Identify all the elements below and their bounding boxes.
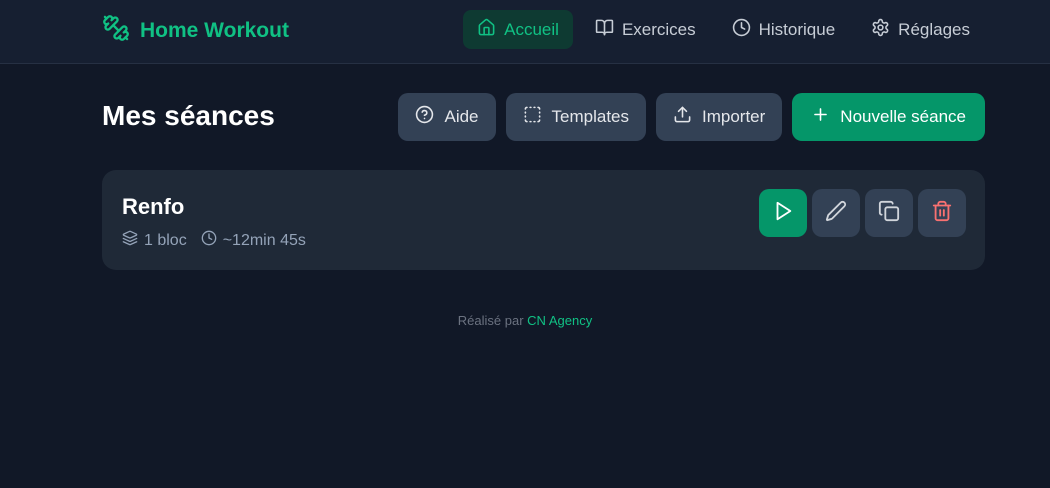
nav-item-reglages[interactable]: Réglages [857,10,984,49]
footer: Réalisé par CN Agency [0,313,1050,328]
home-icon [477,18,496,42]
session-blocks-text: 1 bloc [144,231,187,249]
session-name: Renfo [122,194,185,219]
footer-prefix: Réalisé par [457,313,524,328]
play-session-button[interactable] [759,189,807,237]
new-session-button-label: Nouvelle séance [840,107,966,126]
import-button-label: Importer [702,107,766,126]
session-meta: 1 bloc ~12min 45s [122,230,306,251]
clock-icon [732,18,751,42]
dumbbell-icon [102,14,130,48]
nav-item-label: Accueil [504,19,559,39]
nav-item-exercices[interactable]: Exercices [581,10,710,49]
edit-session-button[interactable] [812,189,860,237]
upload-icon [673,105,692,129]
import-button[interactable]: Importer [656,93,783,141]
help-circle-icon [415,105,434,129]
session-duration-text: ~12min 45s [222,231,306,249]
session-card[interactable]: Renfo 1 bloc ~12min 45s [102,170,985,270]
page-actions: Aide Templates Importer Nouvelle séance [398,93,985,141]
app-title: Home Workout [140,19,289,42]
nav-item-label: Historique [758,19,836,39]
delete-session-button[interactable] [918,189,966,237]
layers-icon [122,230,138,251]
footer-agency-link[interactable]: CN Agency [527,313,592,328]
book-icon [595,18,614,42]
plus-icon [811,105,830,129]
nav-item-label: Réglages [898,19,970,39]
duplicate-session-button[interactable] [865,189,913,237]
nav-item-accueil[interactable]: Accueil [463,10,573,49]
nav-item-label: Exercices [621,19,696,39]
top-bar: Home Workout Accueil Exercices Historiqu… [0,0,1050,64]
main-nav: Accueil Exercices Historique Réglages [463,10,984,49]
new-session-button[interactable]: Nouvelle séance [792,93,985,141]
pencil-icon [825,200,847,227]
templates-button[interactable]: Templates [505,93,646,141]
gear-icon [871,18,890,42]
clock-icon [201,230,217,251]
copy-icon [878,200,900,227]
nav-item-historique[interactable]: Historique [718,10,850,49]
help-button[interactable]: Aide [398,93,496,141]
help-button-label: Aide [444,107,479,126]
page-title: Mes séances [102,100,275,131]
trash-icon [931,200,953,227]
brand[interactable]: Home Workout [102,14,289,48]
session-duration: ~12min 45s [201,230,306,251]
dashed-square-icon [523,105,542,129]
session-blocks: 1 bloc [122,230,187,251]
templates-button-label: Templates [551,107,629,126]
play-icon [772,200,794,227]
session-actions [759,189,966,237]
